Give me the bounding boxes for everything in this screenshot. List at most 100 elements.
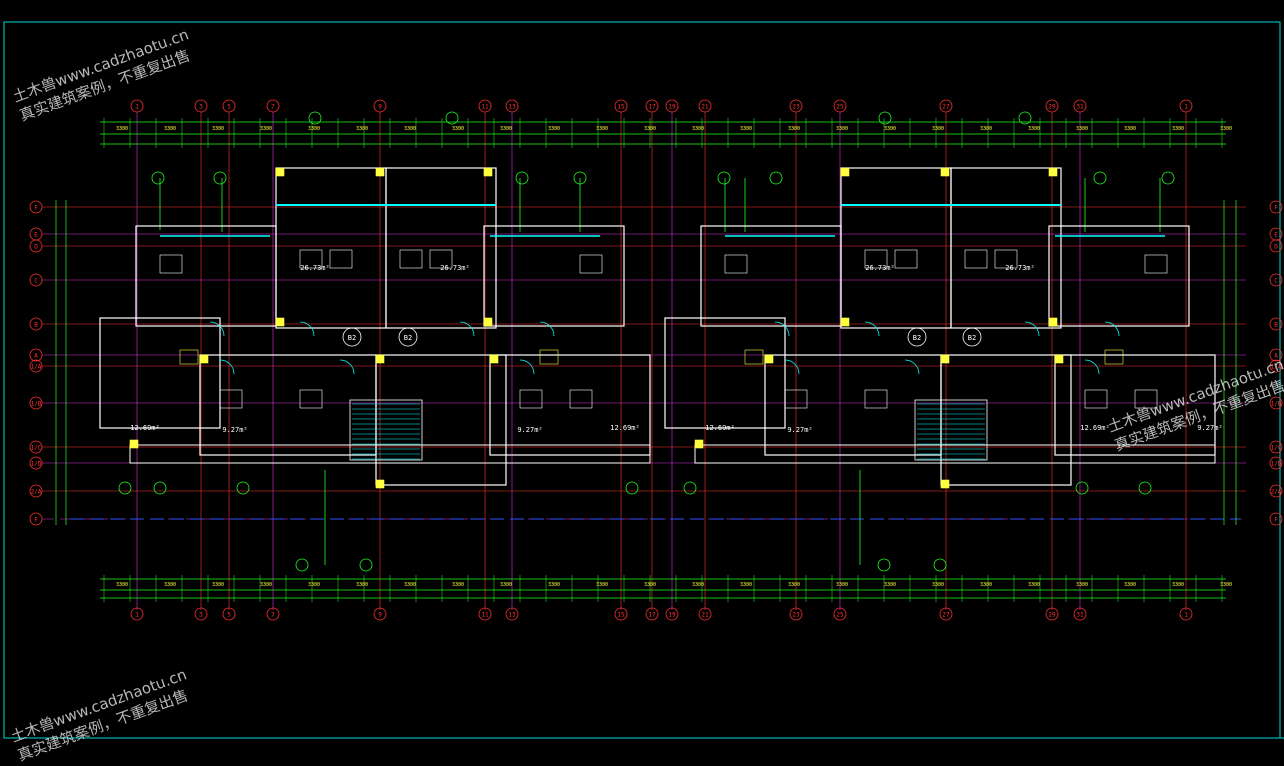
wall-upper-core [840,167,952,329]
dimension-text: 3300 [788,126,800,132]
grid-bubble-bottom-label: 11 [481,612,489,619]
detail-bubble [515,171,529,185]
grid-bubble-top-label: 1 [135,104,139,111]
structural-column [489,354,499,364]
structural-column [483,167,493,177]
sink [539,349,559,365]
structural-column [375,479,385,489]
sink [744,349,764,365]
sink [179,349,199,365]
dimension-text: 3300 [932,582,944,588]
door-swing [219,359,235,375]
structural-column [940,354,950,364]
grid-bubble-top-label: 5 [227,104,231,111]
grid-bubble-bottom-label: 27 [942,612,950,619]
room-area-label: 12.69m² [130,424,160,432]
outer-frame [3,21,1281,739]
room-labels: B2 B2 B2 B2 12.69m² 9.27m² 12.69m² 9.27m² 12.69m… [130,264,1222,434]
wall-upper-core-2 [385,167,497,329]
dimension-text: 3300 [500,582,512,588]
grid-bubble-right-label: F [1274,517,1278,524]
grid-bubble-bottom-label: 1 [1184,612,1188,619]
structural-column [199,354,209,364]
room-area-label: 12.69m² [705,424,735,432]
wall-block-left [664,317,786,429]
wall-bedroom-upper [135,225,277,327]
dimension-text: 3300 [1124,582,1136,588]
dimension-text: 3300 [1028,126,1040,132]
wall-stair [940,354,1072,486]
grid-bubble-bottom-label: 23 [792,612,800,619]
dimension-text: 3300 [356,126,368,132]
dimension-text: 3300 [404,582,416,588]
dimension-text: 3300 [116,126,128,132]
door-swing [904,359,920,375]
detail-bubble [933,558,947,572]
detail-bubble [153,481,167,495]
grid-bubble-bottom-label: 3 [199,612,203,619]
wall-upper-core-2 [950,167,1062,329]
grid-bubble-left-label: 1/B [31,401,42,408]
furniture [329,249,353,269]
dimension-text: 3300 [1172,126,1184,132]
grid-bubble-left-label: C [34,278,38,285]
structural-column [840,317,850,327]
grid-bubbles: 1133557799111113131515171719192121232325… [29,99,1283,621]
detail-bubble [769,171,783,185]
detail-bubble [877,558,891,572]
grid-bubble-top-label: 29 [1048,104,1056,111]
grid-bubble-right-label: B [1274,322,1278,329]
grid-bubble-right-label: D [1274,244,1278,251]
grid-bubble-top-label: 25 [836,104,844,111]
wall-upper-core [275,167,387,329]
dimension-text: 3300 [596,582,608,588]
grid-bubble-right-label: 1/D [1271,461,1282,468]
dimension-text: 3300 [164,582,176,588]
grid-bubble-right-label: C [1274,278,1278,285]
structural-column [129,439,139,449]
grid-bubble-right-label: 1/A [1271,364,1282,371]
detail-bubble [118,481,132,495]
room-area-label: 9.27m² [1197,424,1222,432]
room-area-label: 26.73m² [1005,264,1035,272]
dimension-text: 3300 [116,582,128,588]
structural-column [375,167,385,177]
dimension-text: 3300 [356,582,368,588]
room-area-label: 9.27m² [222,426,247,434]
grid-bubble-bottom-label: 9 [378,612,382,619]
grid-bubble-right-label: 2/A [1271,489,1282,496]
detail-bubble [236,481,250,495]
dimension-text: 3300 [404,126,416,132]
grid-bubble-top-label: 23 [792,104,800,111]
structural-column [483,317,493,327]
grid-bubble-top-label: 1 [1184,104,1188,111]
dimension-text: 3300 [980,126,992,132]
grid-bubble-right-label: 1/C [1271,445,1282,452]
grid-bubble-top-label: 31 [1076,104,1084,111]
grid-bubble-top-label: 19 [668,104,676,111]
room-area-label: 26.73m² [865,264,895,272]
grid-bubble-right-label: F [1274,205,1278,212]
dimension-text: 3300 [212,126,224,132]
detail-bubble [1075,481,1089,495]
grid-bubble-bottom-label: 29 [1048,612,1056,619]
furniture [964,249,988,269]
wall-bedroom-upper-2 [483,225,625,327]
grid-bubble-top-label: 27 [942,104,950,111]
grid-bubble-left-label: 1/D [31,461,42,468]
dimension-text: 3300 [500,126,512,132]
detail-bubble [717,171,731,185]
detail-bubble [359,558,373,572]
grid-bubble-bottom-label: 19 [668,612,676,619]
grid-bubble-left-label: 1/C [31,445,42,452]
detail-bubble [295,558,309,572]
dimension-text: 3300 [836,126,848,132]
dimension-text: 3300 [164,126,176,132]
grid-bubble-left-label: 2/A [31,489,42,496]
room-area-label: 9.27m² [787,426,812,434]
room-area-label: 26.73m² [300,264,330,272]
dimension-text: 3300 [1124,126,1136,132]
grid-bubble-bottom-label: 7 [271,612,275,619]
dimension-text: 3300 [308,582,320,588]
door-swing [519,359,535,375]
